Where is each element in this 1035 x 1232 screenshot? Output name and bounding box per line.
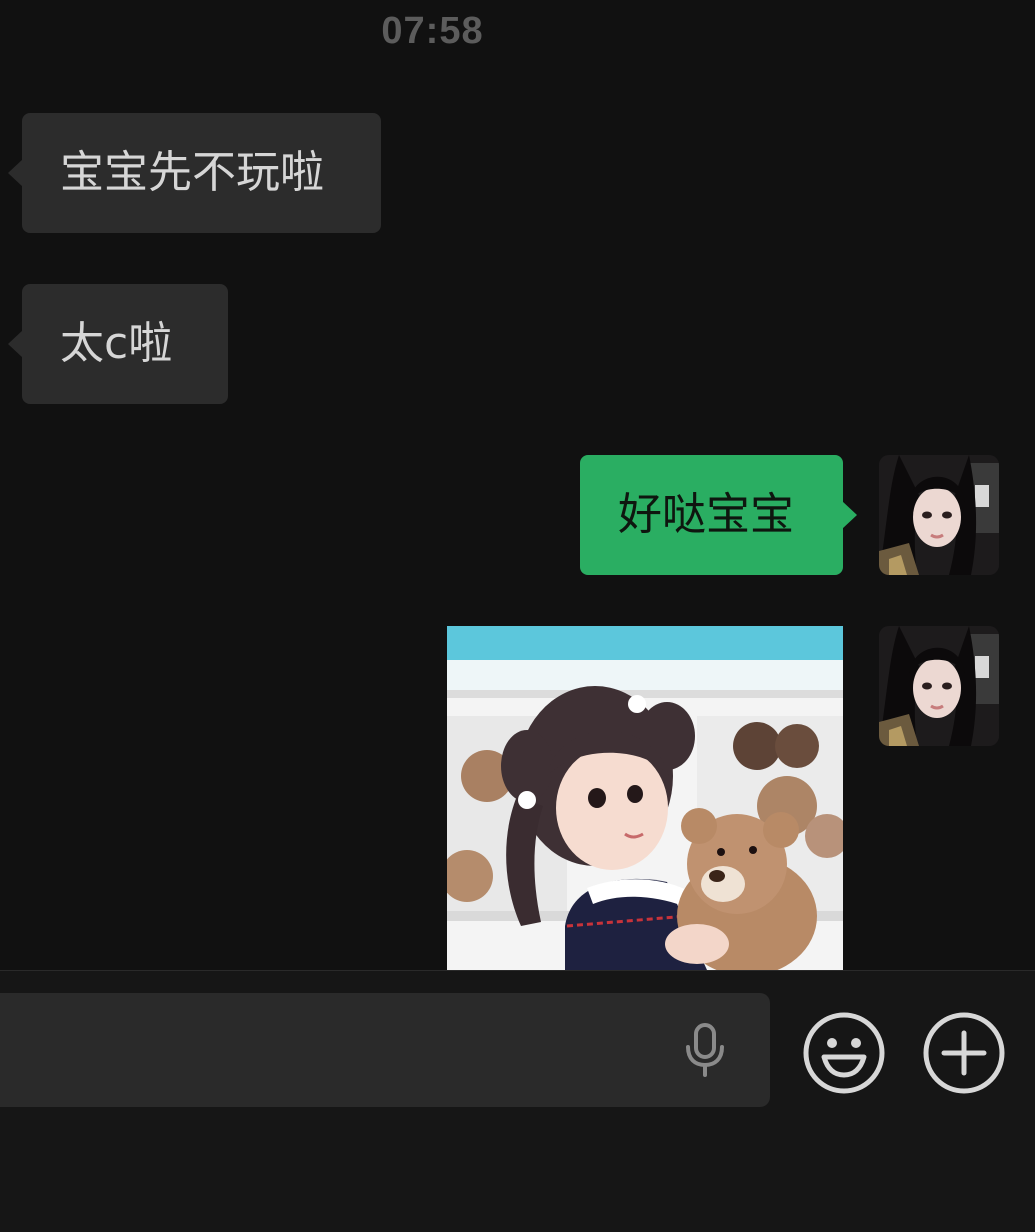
input-bar	[0, 970, 1035, 1232]
chat-screen: 07:58 宝宝先不玩啦 太c啦 好哒宝宝	[0, 0, 1035, 1232]
avatar[interactable]	[879, 626, 999, 746]
microphone-icon[interactable]	[680, 1023, 730, 1079]
incoming-message-bubble[interactable]: 宝宝先不玩啦	[8, 113, 381, 233]
avatar-image	[879, 626, 999, 746]
plus-icon[interactable]	[922, 1011, 1006, 1095]
avatar-image	[879, 455, 999, 575]
outgoing-message-bubble[interactable]: 好哒宝宝	[580, 455, 857, 575]
message-timestamp: 07:58	[381, 10, 484, 52]
emoji-icon[interactable]	[802, 1011, 886, 1095]
message-text: 好哒宝宝	[618, 489, 794, 540]
message-text: 宝宝先不玩啦	[60, 147, 324, 198]
incoming-message-bubble[interactable]: 太c啦	[8, 284, 228, 404]
photo-image	[447, 626, 843, 970]
image-message[interactable]	[447, 626, 843, 970]
message-input[interactable]	[0, 993, 770, 1107]
message-list[interactable]: 07:58 宝宝先不玩啦 太c啦 好哒宝宝	[0, 0, 1035, 970]
message-text: 太c啦	[60, 318, 173, 369]
avatar[interactable]	[879, 455, 999, 575]
